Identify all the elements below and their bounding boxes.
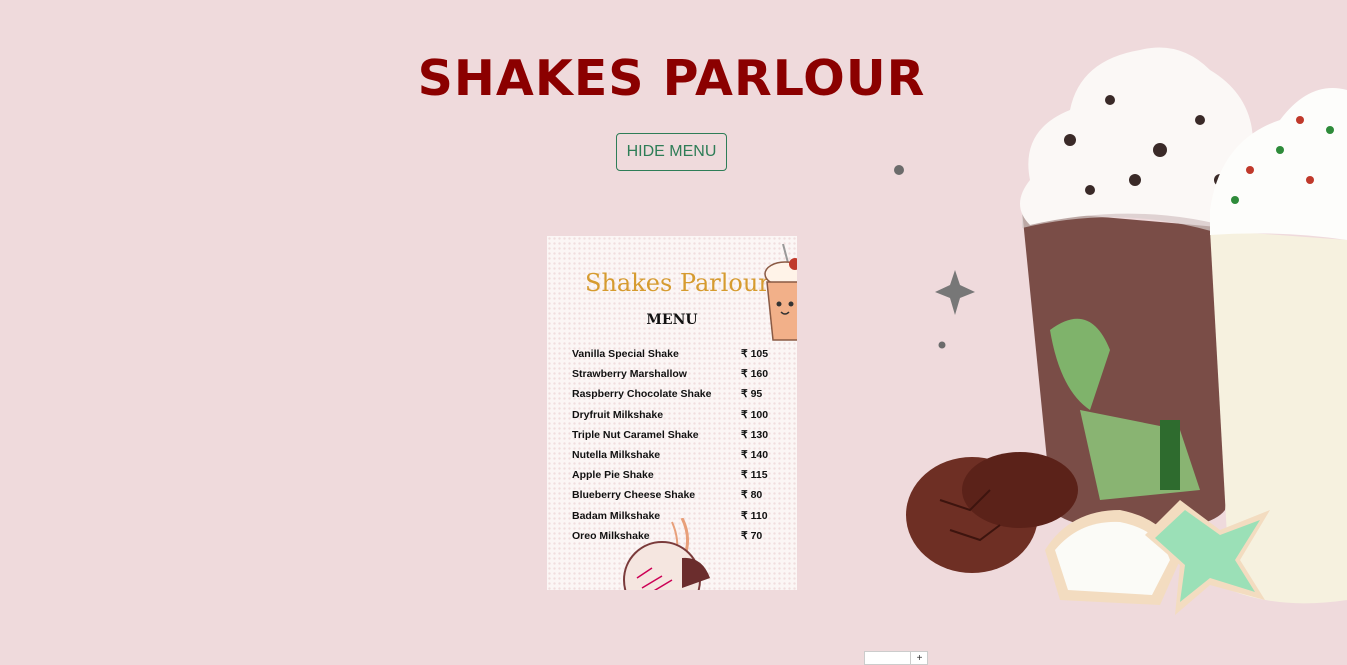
menu-item: Blueberry Cheese Shake ₹ 80 (547, 489, 797, 509)
menu-subheading: MENU (646, 312, 698, 328)
menu-item-name: Dryfruit Milkshake (572, 408, 664, 421)
menu-item-price: ₹ 140 (741, 448, 769, 461)
menu-item-name: Blueberry Cheese Shake (572, 489, 696, 502)
menu-item-name: Triple Nut Caramel Shake (572, 428, 699, 441)
menu-item-name: Raspberry Chocolate Shake (572, 388, 712, 401)
menu-item: Dryfruit Milkshake ₹ 100 (547, 409, 797, 429)
menu-item: Raspberry Chocolate Shake ₹ 95 (547, 388, 797, 408)
menu-item-price: ₹ 115 (741, 469, 768, 482)
menu-item-price: ₹ 100 (741, 408, 769, 421)
menu-item-name: Strawberry Marshallow (572, 368, 687, 381)
quantity-input[interactable] (865, 652, 910, 664)
menu-item-price: ₹ 160 (741, 368, 769, 381)
menu-item-price: ₹ 95 (741, 388, 763, 401)
shake-bowl-icon (623, 518, 710, 590)
milkshake-cookies-illustration (894, 47, 1347, 615)
menu-card: Shakes Parlour MENU Vanilla Special Shak… (547, 236, 797, 590)
hide-menu-button[interactable]: HIDE MENU (616, 133, 727, 171)
menu-item: Triple Nut Caramel Shake ₹ 130 (547, 429, 797, 449)
menu-item: Nutella Milkshake ₹ 140 (547, 449, 797, 469)
menu-item-price: ₹ 105 (741, 348, 769, 360)
increment-button[interactable]: + (910, 652, 928, 664)
menu-item: Vanilla Special Shake ₹ 105 (547, 348, 797, 368)
menu-item: Strawberry Marshallow ₹ 160 (547, 368, 797, 388)
menu-item-name: Vanilla Special Shake (572, 348, 679, 360)
menu-item-price: ₹ 130 (741, 428, 769, 441)
menu-item-price: ₹ 110 (741, 509, 768, 522)
menu-item-name: Apple Pie Shake (572, 469, 654, 482)
menu-item-name: Nutella Milkshake (572, 448, 661, 461)
menu-item-price: ₹ 80 (741, 489, 763, 502)
menu-item-price: ₹ 70 (741, 529, 763, 542)
menu-item: Apple Pie Shake ₹ 115 (547, 469, 797, 489)
menu-heading: Shakes Parlour (585, 269, 770, 297)
milkshake-cup-icon (764, 244, 797, 341)
